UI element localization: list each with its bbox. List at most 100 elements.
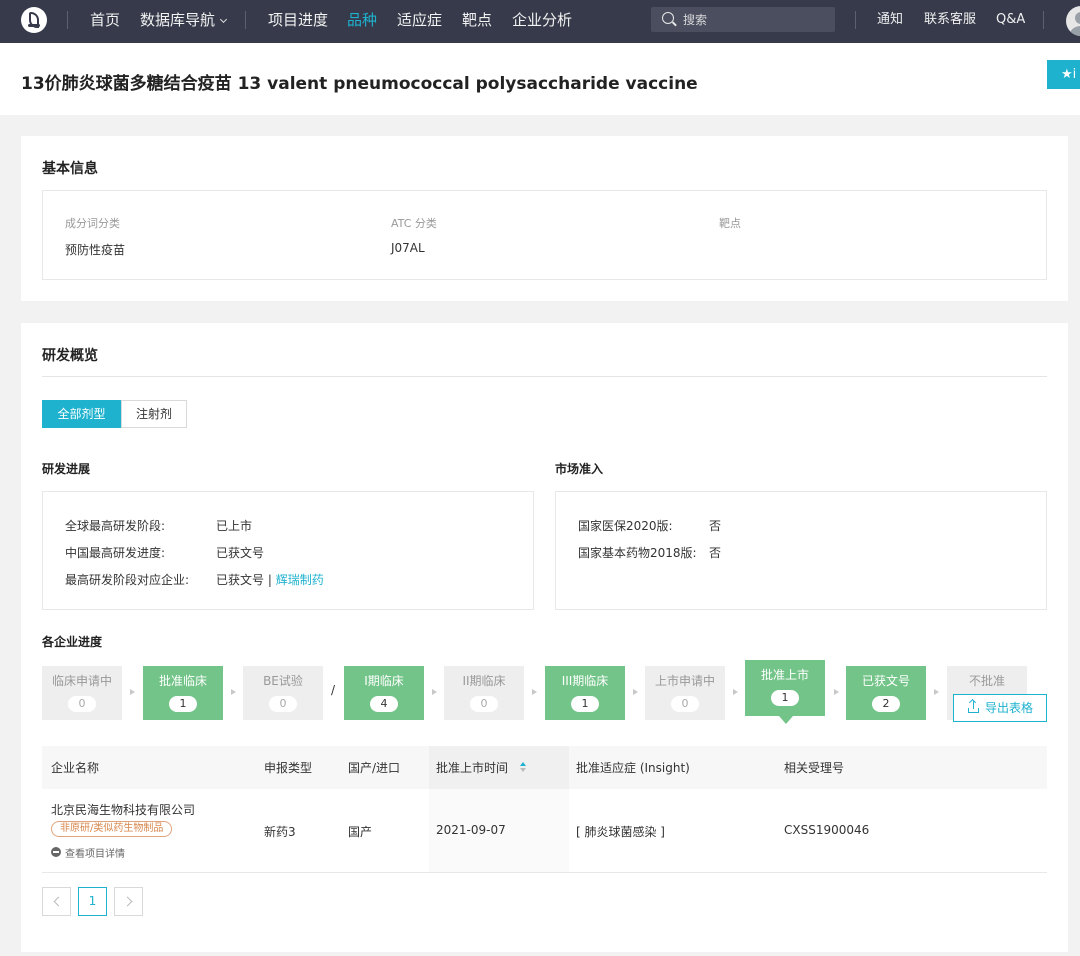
acceptance-number-link[interactable]: CXSS1900046 [784, 823, 869, 837]
essential-drugs-2018-value: 否 [709, 546, 722, 560]
stage-marketing-approved[interactable]: 批准上市 1 [745, 660, 825, 724]
stage-arrow-icon [733, 689, 738, 695]
nav-item-database-label: 数据库导航 [140, 11, 216, 29]
export-table-button[interactable]: 导出表格 [953, 694, 1047, 722]
stage-label: III期临床 [561, 674, 609, 688]
logo-icon[interactable] [21, 7, 47, 33]
stage-count: 0 [470, 696, 498, 712]
field-label-atc: ATC 分类 [391, 217, 437, 230]
company-link[interactable]: 北京民海生物科技有限公司 [51, 801, 195, 818]
table-row: 北京民海生物科技有限公司 非原研/类似药生物制品 查看项目详情 新药3 国产 2… [42, 789, 1047, 873]
company-link-pfizer[interactable]: 辉瑞制药 [276, 573, 324, 587]
global-stage-label: 全球最高研发阶段: [65, 519, 166, 533]
col-company: 企业名称 [51, 761, 100, 775]
rd-overview-card: 研发概览 全部剂型 注射剂 研发进展 全球最高研发阶段: 已上市 中国最高研发进… [21, 323, 1068, 952]
china-stage-label: 中国最高研发进度: [65, 546, 166, 560]
stage-label: 上市申请中 [654, 674, 715, 688]
sort-icon[interactable] [520, 762, 527, 773]
top-navbar: 首页 数据库导航 项目进度 品种 适应症 靶点 企业分析 通知 联系客服 Q&A [0, 0, 1080, 43]
insurance-2020-label: 国家医保2020版: [578, 519, 673, 533]
basic-info-heading: 基本信息 [42, 161, 98, 177]
rd-progress-box: 全球最高研发阶段: 已上市 中国最高研发进度: 已获文号 最高研发阶段对应企业:… [42, 491, 534, 610]
company-progress-heading: 各企业进度 [42, 635, 103, 649]
stage-clinical-approved[interactable]: 批准临床 1 [143, 666, 223, 720]
table-header: 企业名称 申报类型 国产/进口 批准上市时间 批准适应症 (Insight) 相… [42, 746, 1047, 789]
top-company-label: 最高研发阶段对应企业: [65, 573, 190, 587]
stage-label: 批准上市 [760, 668, 809, 682]
col-indication: 批准适应症 (Insight) [576, 761, 690, 775]
stage-license-obtained[interactable]: 已获文号 2 [846, 666, 926, 720]
insurance-2020-value: 否 [709, 519, 722, 533]
stage-arrow-icon [432, 689, 437, 695]
nav-divider [245, 11, 246, 29]
stage-count: 1 [571, 696, 599, 712]
nav-item-project-progress[interactable]: 项目进度 [268, 10, 328, 30]
col-acceptance-number: 相关受理号 [784, 761, 845, 775]
qa-link[interactable]: Q&A [996, 11, 1025, 29]
nav-item-database[interactable]: 数据库导航 [140, 10, 228, 30]
indication-link[interactable]: [ 肺炎球菌感染 ] [576, 823, 665, 840]
stage-label: 临床申请中 [51, 674, 112, 688]
notifications-link[interactable]: 通知 [877, 11, 903, 29]
search-input[interactable] [683, 10, 823, 29]
view-project-details-link[interactable]: 查看项目详情 [51, 845, 125, 860]
col-domestic-import: 国产/进口 [348, 761, 401, 775]
rd-progress-heading: 研发进展 [42, 462, 91, 476]
category-tag: 非原研/类似药生物制品 [51, 821, 173, 837]
top-company-value: 已获文号 | 辉瑞制药 [216, 571, 324, 588]
stage-be-trial[interactable]: BE试验 0 [243, 666, 323, 720]
stage-phase-1[interactable]: I期临床 4 [344, 666, 424, 720]
stage-label: II期临床 [462, 674, 506, 688]
export-table-label: 导出表格 [985, 701, 1034, 715]
stage-label: I期临床 [364, 674, 404, 688]
cell-domestic-import: 国产 [348, 825, 373, 839]
stage-count: 0 [68, 696, 96, 712]
field-label-target: 靶点 [719, 217, 741, 230]
stage-label: 已获文号 [861, 674, 910, 688]
nav-item-company-analysis[interactable]: 企业分析 [512, 10, 572, 30]
search-icon [662, 12, 674, 24]
rd-overview-heading: 研发概览 [42, 348, 98, 364]
tab-injection[interactable]: 注射剂 [121, 400, 187, 428]
nav-divider [1043, 11, 1044, 29]
stage-arrow-icon [834, 689, 839, 695]
stage-slash: / [331, 683, 336, 697]
col-approval-date[interactable]: 批准上市时间 [436, 759, 508, 776]
stage-marketing-application[interactable]: 上市申请中 0 [645, 666, 725, 720]
prev-page-button[interactable] [42, 887, 71, 916]
chevron-right-icon [122, 896, 133, 907]
top-company-stage: 已获文号 [216, 573, 265, 587]
stage-clinical-application[interactable]: 临床申请中 0 [42, 666, 122, 720]
stage-count: 2 [872, 696, 900, 712]
nav-item-variety[interactable]: 品种 [347, 10, 377, 30]
stage-arrow-icon [633, 689, 638, 695]
stage-arrow-icon [532, 689, 537, 695]
stage-arrow-icon [231, 689, 236, 695]
contact-support-link[interactable]: 联系客服 [924, 11, 976, 29]
china-stage-value: 已获文号 [216, 546, 265, 560]
stage-count: 0 [671, 696, 699, 712]
section-divider [42, 376, 1047, 377]
basic-info-box: 成分词分类 预防性疫苗 ATC 分类 J07AL 靶点 [42, 190, 1047, 280]
stage-phase-2[interactable]: II期临床 0 [444, 666, 524, 720]
favorite-button[interactable]: ★i [1047, 60, 1080, 89]
cell-application-type: 新药3 [264, 825, 296, 839]
stage-count: 1 [771, 690, 799, 706]
chevron-down-icon [219, 15, 228, 24]
stage-count: 1 [169, 696, 197, 712]
stage-arrow-icon [130, 689, 135, 695]
search-box[interactable] [651, 7, 835, 32]
nav-item-indication[interactable]: 适应症 [397, 10, 442, 30]
page-button-current[interactable]: 1 [78, 887, 107, 916]
stage-phase-3[interactable]: III期临床 1 [545, 666, 625, 720]
nav-item-home[interactable]: 首页 [90, 10, 120, 30]
nav-item-target[interactable]: 靶点 [462, 10, 492, 30]
next-page-button[interactable] [114, 887, 143, 916]
global-stage-value: 已上市 [216, 519, 253, 533]
chevron-left-icon [53, 896, 64, 907]
stage-count: 0 [269, 696, 297, 712]
basic-info-card: 基本信息 成分词分类 预防性疫苗 ATC 分类 J07AL 靶点 [21, 136, 1068, 301]
stage-label: 批准临床 [158, 674, 207, 688]
avatar[interactable] [1066, 6, 1080, 36]
tab-all-dosage[interactable]: 全部剂型 [42, 400, 121, 428]
